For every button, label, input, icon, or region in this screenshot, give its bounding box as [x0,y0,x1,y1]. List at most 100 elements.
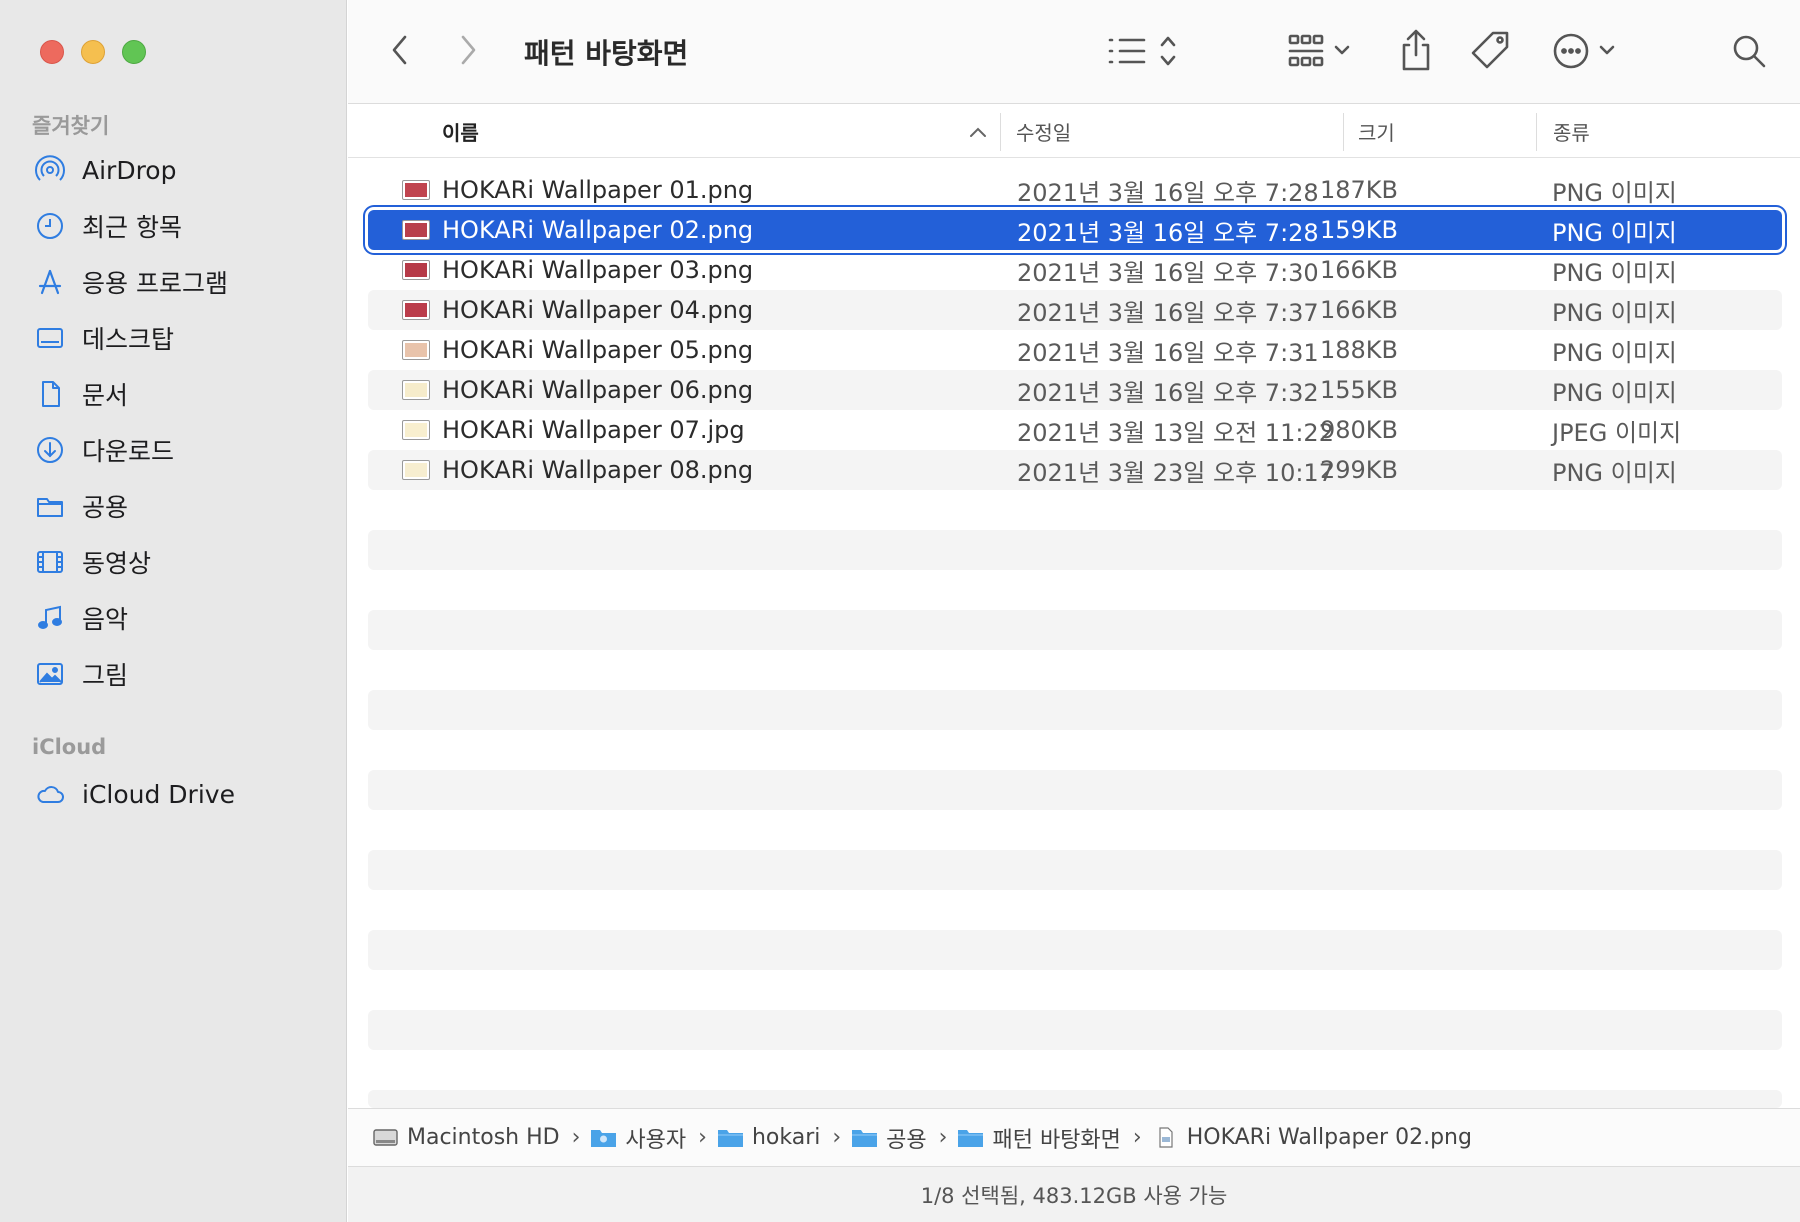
chevron-right-icon: › [832,1125,842,1150]
image-file-icon [402,340,430,360]
image-file-icon [402,220,430,240]
folder-icon [852,1130,878,1147]
finder-window: 즐겨찾기 AirDrop 최근 항목 응용 프로그램 데스크탑 문서 다운로드 … [0,0,1800,1222]
file-kind: JPEG 이미지 [1552,418,1682,447]
empty-row [368,610,1782,650]
download-icon [34,434,66,466]
path-crumb-file[interactable]: HOKARi Wallpaper 02.png [1152,1125,1472,1150]
image-file-icon [402,420,430,440]
column-size[interactable]: 크기 [1358,117,1395,146]
forward-button[interactable] [450,32,486,68]
image-file-icon [402,260,430,280]
film-icon [34,546,66,578]
sidebar-item-label: 문서 [82,381,129,410]
file-row[interactable]: HOKARi Wallpaper 07.jpg 2021년 3월 13일 오전 1… [368,410,1782,450]
column-separator [1000,113,1001,151]
path-crumb-label: hokari [751,1125,821,1150]
airdrop-icon [34,154,66,186]
sort-ascending-icon [970,127,986,137]
column-date[interactable]: 수정일 [1016,117,1071,146]
file-kind: PNG 이미지 [1552,378,1677,407]
column-header: 이름 수정일 크기 종류 [348,105,1800,158]
music-icon [34,602,66,634]
file-kind: PNG 이미지 [1552,298,1677,327]
path-crumb-label: 사용자 [625,1127,687,1153]
sidebar-item-applications[interactable]: 응용 프로그램 [34,262,228,302]
file-row[interactable]: HOKARi Wallpaper 01.png 2021년 3월 16일 오후 7… [368,170,1782,210]
tags-button[interactable] [1468,28,1514,74]
column-name[interactable]: 이름 [442,117,479,146]
file-icon [1159,1127,1173,1148]
share-button[interactable] [1396,26,1436,74]
sidebar-item-label: AirDrop [82,155,177,185]
desktop-icon [34,322,66,354]
search-button[interactable] [1728,30,1770,72]
harddisk-icon [373,1129,398,1146]
file-size: 187KB [1319,176,1398,204]
more-actions-button[interactable] [1548,28,1622,74]
file-size: 166KB [1319,296,1398,324]
group-grid-icon [1288,34,1350,67]
sidebar-item-recents[interactable]: 최근 항목 [34,206,182,246]
path-crumb-pattern-wallpaper[interactable]: 패턴 바탕화면 › [957,1122,1142,1154]
file-row[interactable]: HOKARi Wallpaper 02.png 2021년 3월 16일 오후 7… [368,210,1782,250]
path-crumb-label: 패턴 바탕화면 [992,1127,1121,1153]
minimize-button[interactable] [81,40,105,64]
path-crumb-users[interactable]: 사용자 › [590,1122,707,1154]
sidebar-item-shared[interactable]: 공용 [34,486,128,526]
sidebar-item-movies[interactable]: 동영상 [34,542,151,582]
sidebar-item-downloads[interactable]: 다운로드 [34,430,174,470]
file-kind: PNG 이미지 [1552,458,1677,487]
zoom-button[interactable] [122,40,146,64]
cloud-icon [34,778,66,810]
file-row[interactable]: HOKARi Wallpaper 03.png 2021년 3월 16일 오후 7… [368,250,1782,290]
thumbnail-swatch [405,463,427,477]
file-size: 980KB [1319,416,1398,444]
path-crumb-label: Macintosh HD [407,1125,560,1150]
clock-icon [34,210,66,242]
group-button[interactable] [1284,30,1360,72]
thumbnail-swatch [405,383,427,397]
path-crumb-hokari[interactable]: hokari › [717,1125,841,1150]
path-bar: Macintosh HD › 사용자 › hokari › 공용 › 패턴 바탕… [348,1108,1800,1166]
sidebar-item-pictures[interactable]: 그림 [34,654,128,694]
file-name: HOKARi Wallpaper 02.png [442,216,754,244]
sidebar-item-label: 동영상 [82,549,152,578]
file-name: HOKARi Wallpaper 06.png [442,376,754,404]
sidebar-item-icloud-drive[interactable]: iCloud Drive [34,774,235,814]
file-row[interactable]: HOKARi Wallpaper 05.png 2021년 3월 16일 오후 7… [368,330,1782,370]
path-crumb-macintosh-hd[interactable]: Macintosh HD › [372,1125,580,1150]
sidebar-item-music[interactable]: 음악 [34,598,128,638]
file-name: HOKARi Wallpaper 01.png [442,176,754,204]
sidebar-item-label: 그림 [82,661,129,690]
file-row[interactable]: HOKARi Wallpaper 08.png 2021년 3월 23일 오후 1… [368,450,1782,490]
column-kind[interactable]: 종류 [1553,117,1590,146]
thumbnail-swatch [405,263,427,277]
sidebar-item-desktop[interactable]: 데스크탑 [34,318,174,358]
file-name: HOKARi Wallpaper 08.png [442,456,754,484]
empty-row [368,770,1782,810]
back-button[interactable] [382,32,418,68]
file-size: 299KB [1319,456,1398,484]
chevron-right-icon [461,35,476,65]
sidebar: 즐겨찾기 AirDrop 최근 항목 응용 프로그램 데스크탑 문서 다운로드 … [0,0,347,1222]
sidebar-item-airdrop[interactable]: AirDrop [34,150,176,190]
view-options-button[interactable] [1104,30,1184,72]
file-size: 155KB [1319,376,1398,404]
file-kind: PNG 이미지 [1552,258,1677,287]
column-separator [1536,113,1537,151]
file-row[interactable]: HOKARi Wallpaper 06.png 2021년 3월 16일 오후 7… [368,370,1782,410]
thumbnail-swatch [405,223,427,237]
file-row[interactable]: HOKARi Wallpaper 04.png 2021년 3월 16일 오후 7… [368,290,1782,330]
sidebar-item-documents[interactable]: 문서 [34,374,128,414]
close-button[interactable] [40,40,64,64]
path-crumb-shared[interactable]: 공용 › [851,1122,947,1154]
thumbnail-swatch [405,423,427,437]
sidebar-item-label: iCloud Drive [82,779,235,809]
file-kind: PNG 이미지 [1552,218,1677,247]
sidebar-item-label: 음악 [82,605,129,634]
file-size: 159KB [1319,216,1398,244]
file-name: HOKARi Wallpaper 04.png [442,296,754,324]
tag-icon [1471,31,1509,69]
image-file-icon [402,180,430,200]
